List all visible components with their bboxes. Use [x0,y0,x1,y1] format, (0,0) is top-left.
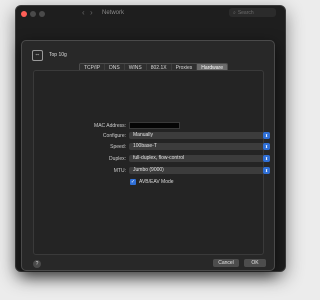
mtu-popup[interactable]: Jumbo (9000) ⬍ [129,167,270,174]
popup-arrows-icon: ⬍ [263,167,270,174]
close-window-button[interactable] [21,11,27,17]
popup-arrows-icon: ⬍ [263,155,270,162]
duplex-popup[interactable]: full-duplex, flow-control ⬍ [129,155,270,162]
window-title: Network [102,10,125,16]
minimize-window-button[interactable] [30,11,36,17]
mtu-value: Jumbo (9000) [133,167,164,173]
help-button[interactable]: ? [33,260,41,268]
cancel-button[interactable]: Cancel [213,259,239,267]
back-arrow-icon[interactable]: ‹ [82,8,85,17]
avb-eav-mode-label: AVB/EAV Mode [139,179,174,185]
speed-value: 100base-T [133,143,157,149]
duplex-value: full-duplex, flow-control [133,155,185,161]
search-placeholder: Search [237,9,254,16]
popup-arrows-icon: ⬍ [263,132,270,139]
avb-eav-mode-checkbox[interactable]: ✓ [130,179,136,185]
configure-value: Manually [133,132,154,138]
search-field[interactable]: ⌕ Search [229,8,276,17]
advanced-settings-sheet: ⇔ Top 10g TCP/IP DNS WINS 802.1X Proxies… [21,40,275,271]
search-icon: ⌕ [233,9,236,16]
network-interface-icon: ⇔ [32,50,43,61]
popup-arrows-icon: ⬍ [263,143,270,150]
duplex-label: Duplex: [109,156,126,162]
avb-eav-mode-checkbox-row[interactable]: ✓ AVB/EAV Mode [130,179,174,185]
mac-address-label: MAC Address: [94,123,126,129]
title-bar: ‹ › Network ⌕ Search [16,6,285,21]
configure-popup[interactable]: Manually ⬍ [129,132,270,139]
mac-address-field [129,122,180,129]
hardware-panel: MAC Address: Configure: Manually ⬍ Speed… [33,70,270,255]
forward-arrow-icon[interactable]: › [90,8,93,17]
zoom-window-button[interactable] [39,11,45,17]
mtu-label: MTU: [113,168,126,174]
speed-label: Speed: [110,144,126,150]
configure-label: Configure: [102,133,126,139]
ok-button[interactable]: OK [244,259,266,267]
speed-popup[interactable]: 100base-T ⬍ [129,143,270,150]
interface-name: Top 10g [49,52,67,58]
